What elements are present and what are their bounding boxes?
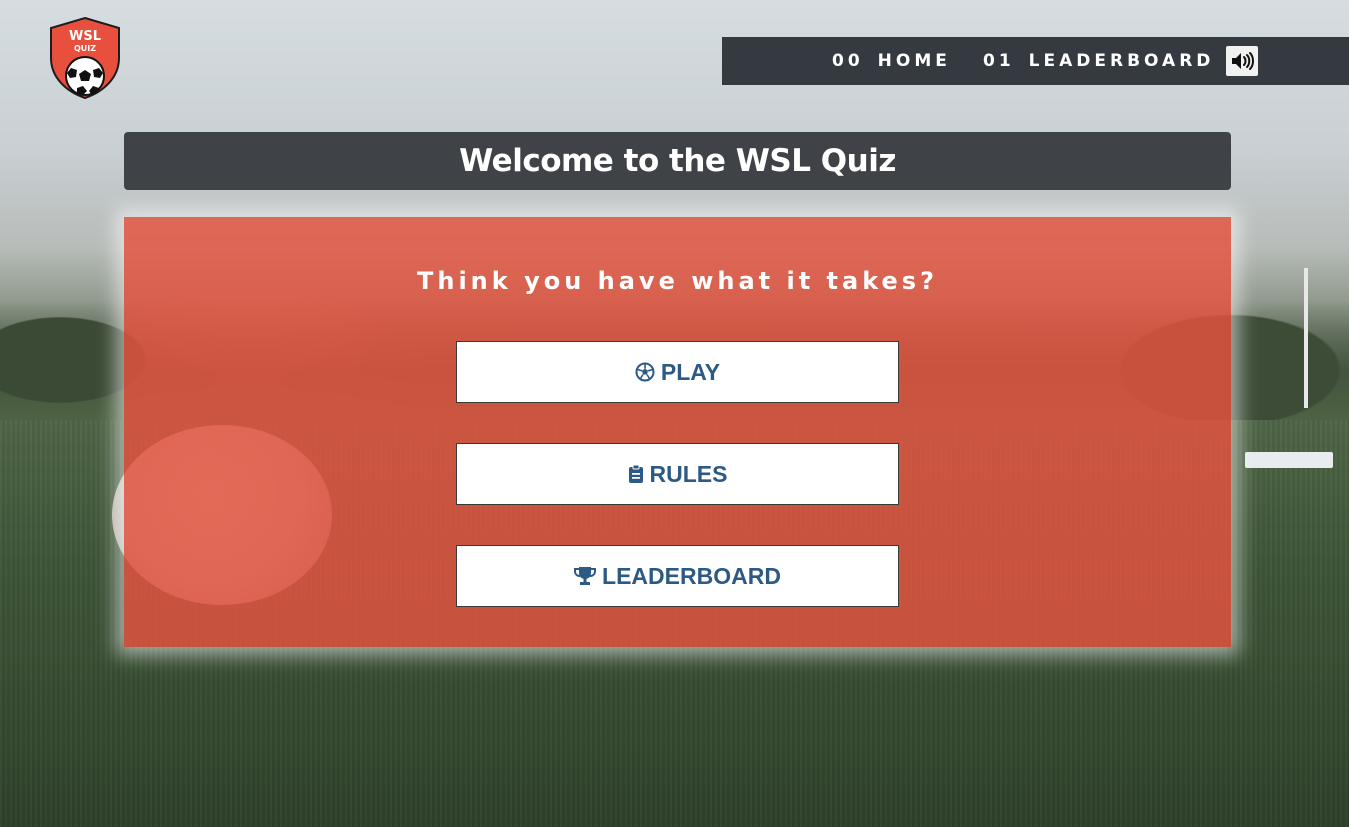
nav-home-number: 00 [832, 51, 864, 71]
floodlight-pole [1304, 268, 1308, 408]
logo-text-wsl: WSL [69, 29, 101, 44]
leaderboard-button-label: LEADERBOARD [602, 562, 781, 589]
futbol-icon [635, 362, 655, 382]
leaderboard-button[interactable]: LEADERBOARD [456, 545, 899, 607]
clipboard-icon [628, 464, 644, 484]
main-menu-panel: Think you have what it takes? PLAY RULES… [124, 217, 1231, 647]
nav-item-home[interactable]: 00 HOME [832, 51, 951, 71]
nav-leaderboard-label: LEADERBOARD [1028, 51, 1215, 71]
soccer-ball-shield-icon: WSL QUIZ [50, 16, 120, 100]
welcome-title-bar: Welcome to the WSL Quiz [124, 132, 1231, 190]
volume-icon [1232, 52, 1254, 70]
nav-item-leaderboard[interactable]: 01 LEADERBOARD [983, 51, 1214, 71]
logo-text-quiz: QUIZ [74, 44, 96, 53]
sound-toggle-button[interactable] [1226, 46, 1258, 76]
page-title: Welcome to the WSL Quiz [459, 143, 896, 179]
wsl-quiz-logo[interactable]: WSL QUIZ [47, 16, 123, 100]
nav-leaderboard-number: 01 [983, 51, 1015, 71]
rules-button-label: RULES [649, 460, 728, 487]
play-button-label: PLAY [660, 358, 721, 385]
trophy-icon [574, 566, 597, 586]
top-navigation: 00 HOME 01 LEADERBOARD [722, 37, 1349, 85]
rules-button[interactable]: RULES [456, 443, 899, 505]
tagline: Think you have what it takes? [416, 267, 939, 295]
play-button[interactable]: PLAY [456, 341, 899, 403]
nav-home-label: HOME [877, 51, 951, 71]
advertising-board [1245, 452, 1333, 468]
